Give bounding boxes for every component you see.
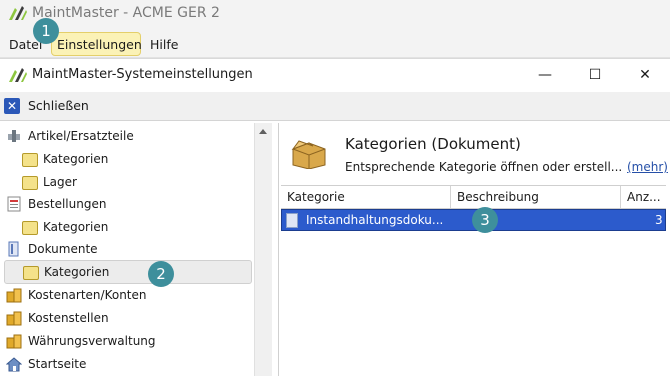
category-panel: Kategorien (Dokument) Entsprechende Kate… <box>278 123 670 376</box>
coins-icon <box>6 288 22 303</box>
order-icon <box>7 196 21 212</box>
tree-item-kostenstellen[interactable]: Kostenstellen <box>0 307 254 329</box>
tree-label: Artikel/Ersatzteile <box>28 129 134 143</box>
documents-icon <box>8 241 19 257</box>
folder-icon <box>22 153 38 167</box>
column-anzahl[interactable]: Anz... <box>621 186 666 208</box>
coins-icon <box>6 311 22 326</box>
column-kategorie[interactable]: Kategorie <box>281 186 451 208</box>
tree-label: Währungsverwaltung <box>28 334 156 348</box>
app-title-bar: MaintMaster - ACME GER 2 <box>0 0 670 28</box>
dialog-title: MaintMaster-Systemeinstellungen <box>32 67 253 82</box>
tree-item-startseite[interactable]: Startseite <box>0 353 254 375</box>
tree-item-bestellungen[interactable]: Bestellungen <box>0 193 254 215</box>
menu-einstellungen[interactable]: Einstellungen <box>57 37 142 52</box>
folder-icon <box>23 266 39 280</box>
menu-hilfe[interactable]: Hilfe <box>150 37 178 52</box>
tree-label: Kategorien <box>43 220 109 234</box>
tree-label: Bestellungen <box>28 197 107 211</box>
tree-item-bestellungen-kategorien[interactable]: Kategorien <box>0 216 254 238</box>
close-dialog-button[interactable]: Schließen <box>28 98 89 113</box>
coins-icon <box>6 334 22 349</box>
step-badge-1: 1 <box>33 18 59 44</box>
app-title: MaintMaster - ACME GER 2 <box>32 5 220 21</box>
dialog-toolbar: ✕ Schließen <box>0 92 670 121</box>
document-icon <box>286 213 298 228</box>
column-beschreibung[interactable]: Beschreibung <box>451 186 621 208</box>
settings-dialog: MaintMaster-Systemeinstellungen — ☐ ✕ ✕ … <box>0 58 670 376</box>
more-link[interactable]: (mehr) <box>627 160 668 174</box>
step-badge-3: 3 <box>472 207 498 233</box>
cell-anzahl: 3 <box>655 213 663 227</box>
scroll-up-icon[interactable] <box>259 129 267 134</box>
dialog-title-bar: MaintMaster-Systemeinstellungen — ☐ ✕ <box>0 59 670 91</box>
tree-label: Kategorien <box>44 265 110 279</box>
minimize-button[interactable]: — <box>522 59 568 91</box>
tree-item-dokumente[interactable]: Dokumente <box>0 238 254 260</box>
close-icon[interactable]: ✕ <box>4 98 20 114</box>
parts-icon <box>8 130 20 142</box>
folder-icon <box>22 176 38 190</box>
tree-label: Lager <box>43 175 77 189</box>
panel-title: Kategorien (Dokument) <box>345 135 521 153</box>
tree-label: Kategorien <box>43 152 109 166</box>
maintmaster-logo-icon <box>9 68 27 82</box>
maintmaster-logo-icon <box>9 6 27 20</box>
tree-scrollbar[interactable] <box>254 123 272 376</box>
tree-label: Kostenstellen <box>28 311 109 325</box>
folder-icon <box>22 221 38 235</box>
panel-subtitle: Entsprechende Kategorie öffnen oder erst… <box>345 160 623 174</box>
settings-tree: Artikel/Ersatzteile Kategorien Lager Bes… <box>0 123 272 376</box>
home-icon <box>6 357 22 372</box>
box-icon <box>291 140 326 169</box>
tree-item-kostenarten[interactable]: Kostenarten/Konten <box>0 284 254 306</box>
close-window-button[interactable]: ✕ <box>622 59 668 91</box>
cell-kategorie: Instandhaltungsdoku... <box>306 213 444 227</box>
tree-item-artikel[interactable]: Artikel/Ersatzteile <box>0 125 254 147</box>
tree-label: Startseite <box>28 357 87 371</box>
tree-item-artikel-kategorien[interactable]: Kategorien <box>0 148 254 170</box>
tree-item-waehrung[interactable]: Währungsverwaltung <box>0 330 254 352</box>
maximize-button[interactable]: ☐ <box>572 59 618 91</box>
tree-label: Kostenarten/Konten <box>28 288 147 302</box>
grid-header: Kategorie Beschreibung Anz... <box>281 185 666 209</box>
tree-item-dokumente-kategorien[interactable]: Kategorien <box>4 260 252 284</box>
tree-item-lager[interactable]: Lager <box>0 171 254 193</box>
step-badge-2: 2 <box>148 261 174 287</box>
tree-label: Dokumente <box>28 242 98 256</box>
